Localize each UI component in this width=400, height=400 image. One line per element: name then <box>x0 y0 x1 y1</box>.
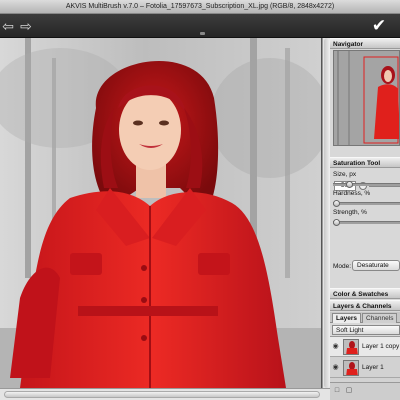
layer-name: Layer 1 <box>362 364 384 371</box>
eye-icon[interactable]: ◉ <box>332 364 339 371</box>
saturation-tool-header[interactable]: Saturation Tool <box>330 157 400 168</box>
tab-channels[interactable]: Channels <box>362 313 398 323</box>
apply-checkmark-icon[interactable]: ✔ <box>370 17 388 34</box>
layer-row[interactable]: ◉ Layer 1 <box>330 358 400 378</box>
strength-slider-knob[interactable] <box>333 219 340 226</box>
hardness-slider[interactable] <box>333 200 400 207</box>
image-canvas[interactable] <box>0 38 322 388</box>
navigator-header[interactable]: Navigator <box>330 38 400 49</box>
new-layer-icon[interactable]: □ <box>333 387 341 395</box>
hardness-slider-knob[interactable] <box>333 200 340 207</box>
horizontal-scroll-thumb[interactable] <box>4 391 320 398</box>
navigator-preview[interactable] <box>333 50 400 146</box>
strength-label: Strength, % <box>333 209 367 216</box>
strength-slider[interactable] <box>333 219 400 226</box>
horizontal-scrollbar[interactable] <box>0 388 330 400</box>
layers-channels-header[interactable]: Layers & Channels <box>330 300 400 311</box>
size-slider[interactable] <box>333 181 400 188</box>
window-title: AKVIS MultiBrush v.7.0 – Fotolia_1759767… <box>0 0 400 14</box>
delete-layer-icon[interactable]: ▢ <box>345 387 353 395</box>
toolbar-grip <box>200 32 205 35</box>
layer-row[interactable]: ◉ Layer 1 copy <box>330 337 400 357</box>
layers-list: ◉ Layer 1 copy ◉ Layer 1 <box>330 336 400 382</box>
navigator-thumbnail <box>334 51 399 145</box>
forward-arrow-icon[interactable]: ⇨ <box>18 18 34 34</box>
back-arrow-icon[interactable]: ⇦ <box>0 18 16 34</box>
vertical-scrollbar[interactable] <box>322 38 330 388</box>
eye-icon[interactable]: ◉ <box>332 343 339 350</box>
blend-mode-select[interactable]: Soft Light <box>332 325 400 335</box>
mode-select[interactable]: Desaturate <box>352 260 400 271</box>
layer-name: Layer 1 copy <box>362 343 400 350</box>
hardness-label: Hardness, % <box>333 190 371 197</box>
right-panel: Navigator 50% − Saturation Tool Size, px… <box>330 38 400 400</box>
layer-thumbnail <box>343 360 359 376</box>
toolbar: ⇦ ⇨ ✔ <box>0 14 400 38</box>
layer-thumbnail <box>343 339 359 355</box>
color-swatches-header[interactable]: Color & Swatches <box>330 288 400 299</box>
tab-layers[interactable]: Layers <box>332 313 361 323</box>
photo-woman-red-jacket <box>0 38 321 388</box>
mode-label: Mode: <box>333 263 352 270</box>
layers-footer: □ ▢ <box>330 382 400 400</box>
size-slider-knob[interactable] <box>346 181 353 188</box>
size-label: Size, px <box>333 171 357 178</box>
layers-tabs: Layers Channels <box>330 312 400 323</box>
